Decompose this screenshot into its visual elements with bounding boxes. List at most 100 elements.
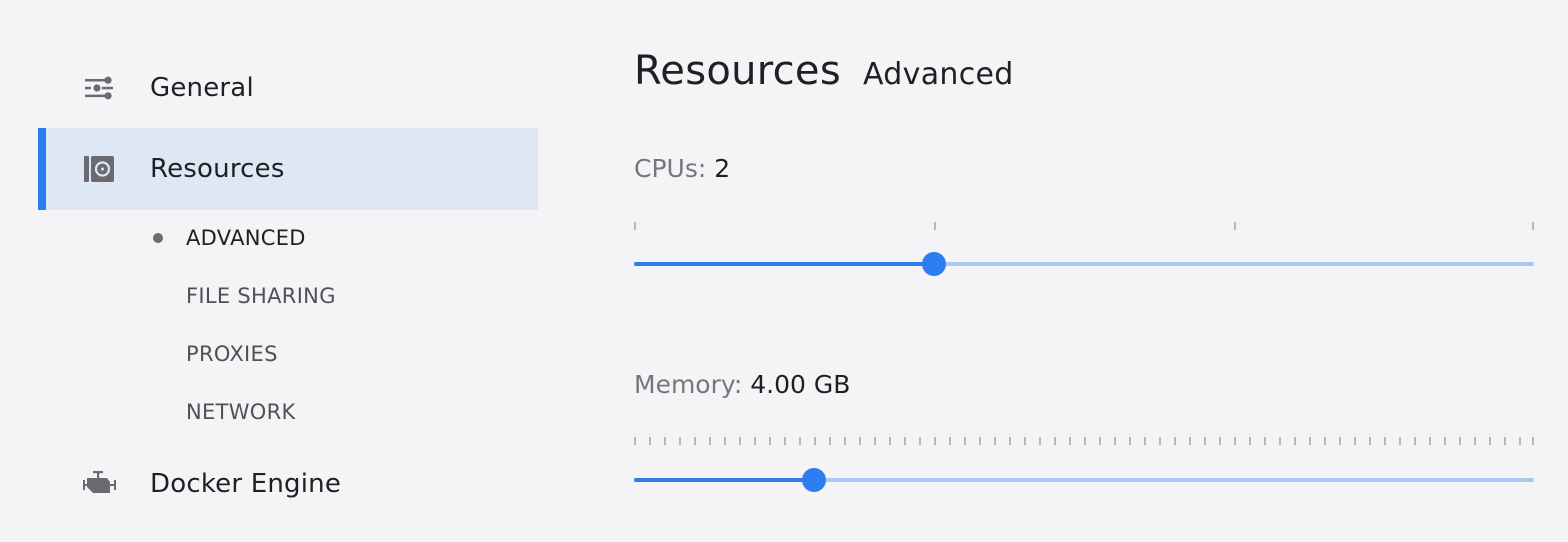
memory-slider-tick	[1519, 437, 1521, 445]
cpus-slider-tick	[1532, 222, 1534, 230]
memory-slider-tick	[1054, 437, 1056, 445]
settings-content: Resources Advanced CPUs: 2 Memory: 4.00 …	[634, 0, 1534, 542]
memory-slider-tick	[1099, 437, 1101, 445]
memory-slider-tick	[829, 437, 831, 445]
memory-slider-tick	[1024, 437, 1026, 445]
memory-slider-tick	[1309, 437, 1311, 445]
active-dot-icon	[153, 233, 163, 243]
memory-slider-tick	[1144, 437, 1146, 445]
memory-slider-tick	[1084, 437, 1086, 445]
cpus-slider-tick	[1234, 222, 1236, 230]
memory-slider-tick	[664, 437, 666, 445]
page-title: Resources	[634, 48, 841, 94]
memory-slider-tick	[1339, 437, 1341, 445]
memory-slider-fill	[634, 478, 814, 482]
memory-slider-tick	[1129, 437, 1131, 445]
memory-slider-tick	[1354, 437, 1356, 445]
memory-slider-tick	[1234, 437, 1236, 445]
memory-slider-tick	[1414, 437, 1416, 445]
subnav-file-sharing[interactable]: FILE SHARING	[186, 284, 336, 308]
memory-slider-tick	[814, 437, 816, 445]
memory-slider-tick	[1174, 437, 1176, 445]
sidebar-item-label: Docker Engine	[150, 469, 342, 499]
sidebar-item-label: Resources	[150, 154, 285, 184]
cpus-slider-tick	[934, 222, 936, 230]
sidebar-item-docker-engine[interactable]: Docker Engine	[38, 443, 538, 525]
memory-slider-tick	[1249, 437, 1251, 445]
memory-slider-tick	[844, 437, 846, 445]
memory-slider-tick	[1444, 437, 1446, 445]
subnav-label: FILE SHARING	[186, 284, 336, 308]
memory-slider-tick	[994, 437, 996, 445]
cpus-value: 2	[714, 154, 731, 183]
resources-disk-icon	[82, 152, 116, 186]
subnav-proxies[interactable]: PROXIES	[186, 342, 278, 366]
subnav-label: NETWORK	[186, 400, 296, 424]
engine-icon	[82, 467, 116, 501]
memory-slider-tick	[1264, 437, 1266, 445]
memory-value: 4.00 GB	[750, 370, 851, 399]
memory-slider-tick	[1279, 437, 1281, 445]
memory-slider-tick	[1384, 437, 1386, 445]
cpus-slider-tick	[634, 222, 636, 230]
settings-sidebar: General Resources ADVANCED FILE SHARING …	[38, 0, 538, 542]
memory-slider-tick	[724, 437, 726, 445]
cpus-label-text: CPUs:	[634, 154, 707, 183]
memory-slider-tick	[1459, 437, 1461, 445]
memory-slider-ticks	[634, 437, 1534, 447]
memory-slider-tick	[769, 437, 771, 445]
memory-slider-tick	[799, 437, 801, 445]
memory-slider-tick	[979, 437, 981, 445]
memory-slider-tick	[919, 437, 921, 445]
page-subtitle: Advanced	[863, 57, 1014, 92]
memory-slider-tick	[709, 437, 711, 445]
subnav-label: PROXIES	[186, 342, 278, 366]
memory-slider-tick	[784, 437, 786, 445]
memory-slider-tick	[634, 437, 636, 445]
memory-slider-tick	[949, 437, 951, 445]
cpus-slider[interactable]	[634, 222, 1534, 292]
subnav-advanced[interactable]: ADVANCED	[153, 226, 306, 250]
cpus-slider-ticks	[634, 222, 1534, 232]
memory-slider-tick	[1159, 437, 1161, 445]
memory-slider-tick	[1114, 437, 1116, 445]
subnav-label: ADVANCED	[186, 226, 306, 250]
memory-slider-tick	[739, 437, 741, 445]
memory-slider-tick	[934, 437, 936, 445]
memory-slider-tick	[1009, 437, 1011, 445]
sliders-icon	[82, 71, 116, 105]
memory-slider-tick	[694, 437, 696, 445]
memory-slider-tick	[1204, 437, 1206, 445]
sidebar-item-label: General	[150, 73, 254, 103]
cpus-slider-thumb[interactable]	[922, 252, 946, 276]
memory-slider-tick	[889, 437, 891, 445]
memory-slider-track[interactable]	[634, 478, 1534, 482]
memory-slider-tick	[1399, 437, 1401, 445]
memory-slider-thumb[interactable]	[802, 468, 826, 492]
memory-slider-tick	[649, 437, 651, 445]
memory-slider-tick	[1219, 437, 1221, 445]
memory-slider-tick	[1294, 437, 1296, 445]
memory-slider-tick	[904, 437, 906, 445]
cpus-slider-track[interactable]	[634, 262, 1534, 266]
memory-label-text: Memory:	[634, 370, 743, 399]
memory-slider-tick	[874, 437, 876, 445]
memory-slider-tick	[1039, 437, 1041, 445]
cpus-slider-fill	[634, 262, 934, 266]
memory-slider[interactable]	[634, 437, 1534, 507]
memory-label: Memory: 4.00 GB	[634, 370, 850, 399]
memory-slider-tick	[1069, 437, 1071, 445]
memory-slider-tick	[754, 437, 756, 445]
sidebar-item-resources[interactable]: Resources	[38, 128, 538, 210]
memory-slider-tick	[1474, 437, 1476, 445]
sidebar-item-general[interactable]: General	[38, 47, 538, 129]
memory-slider-tick	[964, 437, 966, 445]
memory-slider-tick	[859, 437, 861, 445]
memory-slider-tick	[1489, 437, 1491, 445]
subnav-network[interactable]: NETWORK	[186, 400, 296, 424]
memory-slider-tick	[1532, 437, 1534, 445]
memory-slider-tick	[1504, 437, 1506, 445]
memory-slider-tick	[1429, 437, 1431, 445]
memory-slider-tick	[1324, 437, 1326, 445]
memory-slider-tick	[1189, 437, 1191, 445]
